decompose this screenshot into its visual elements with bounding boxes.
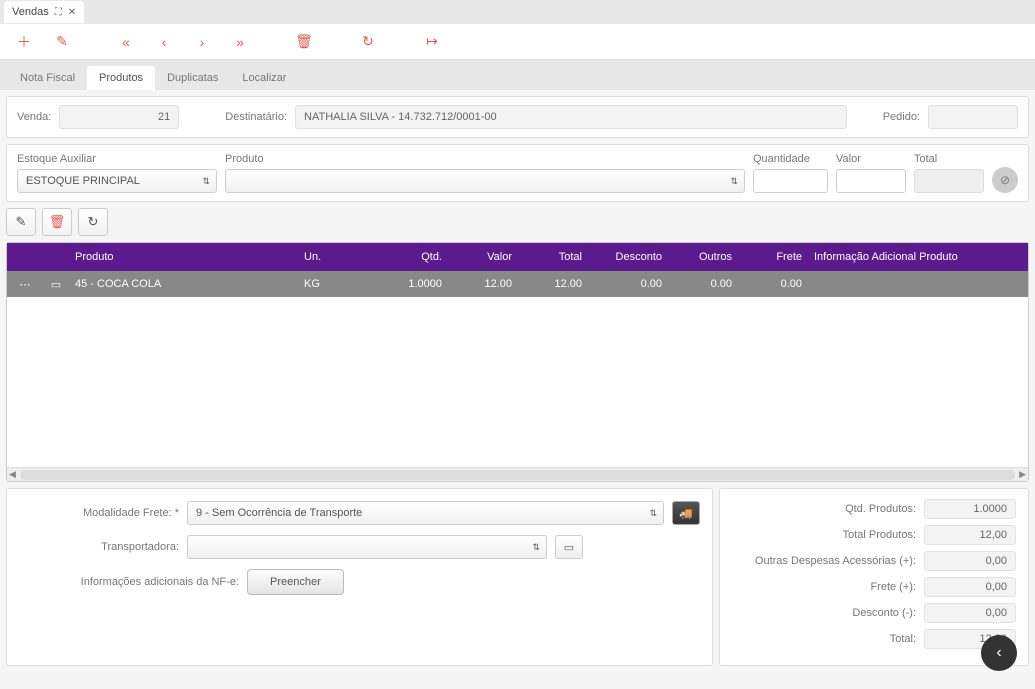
produto-select[interactable] bbox=[225, 169, 745, 193]
tab-localizar[interactable]: Localizar bbox=[230, 66, 298, 90]
destinatario-field: NATHALIA SILVA - 14.732.712/0001-00 bbox=[295, 105, 847, 129]
outras-despesas-label: Outras Despesas Acessórias (+): bbox=[732, 555, 924, 567]
modalidade-select[interactable]: 9 - Sem Ocorrência de Transporte bbox=[187, 501, 664, 525]
transportadora-label: Transportadora: bbox=[19, 541, 179, 553]
col-qtd[interactable]: Qtd. bbox=[368, 251, 448, 263]
window-tab[interactable]: Vendas ⛶ ✕ bbox=[4, 1, 84, 23]
info-nfe-label: Informações adicionais da NF-e: bbox=[19, 576, 239, 588]
tab-duplicatas[interactable]: Duplicatas bbox=[155, 66, 230, 90]
total-label: Total bbox=[914, 153, 984, 165]
cell-produto: 45 - COCA COLA bbox=[69, 278, 298, 290]
tab-nota-fiscal[interactable]: Nota Fiscal bbox=[8, 66, 87, 90]
row-drag-icon[interactable]: ⋯ bbox=[7, 278, 43, 291]
grid-body-empty bbox=[7, 297, 1028, 467]
pedido-field bbox=[928, 105, 1018, 129]
sub-tab-bar: Nota Fiscal Produtos Duplicatas Localiza… bbox=[0, 60, 1035, 90]
frete-label: Frete (+): bbox=[732, 581, 924, 593]
exit-button[interactable]: ↦ bbox=[422, 32, 442, 52]
total-field bbox=[914, 169, 984, 193]
grid-header: Produto Un. Qtd. Valor Total Desconto Ou… bbox=[7, 243, 1028, 271]
modalidade-label: Modalidade Frete: * bbox=[19, 507, 179, 519]
refresh-grid-button[interactable]: ↻ bbox=[78, 208, 108, 236]
frete-value: 0,00 bbox=[924, 577, 1016, 597]
col-outros[interactable]: Outros bbox=[668, 251, 738, 263]
destinatario-label: Destinatário: bbox=[225, 111, 287, 123]
prev-button[interactable]: ‹ bbox=[154, 32, 174, 52]
tab-title: Vendas bbox=[12, 6, 49, 18]
next-button[interactable]: › bbox=[192, 32, 212, 52]
col-desconto[interactable]: Desconto bbox=[588, 251, 668, 263]
estoque-select[interactable]: ESTOQUE PRINCIPAL bbox=[17, 169, 217, 193]
refresh-button[interactable]: ↻ bbox=[358, 32, 378, 52]
scroll-right-icon[interactable]: ▶ bbox=[1019, 469, 1026, 480]
main-toolbar: ＋ ✎ « ‹ › » 🗑 ↻ ↦ bbox=[0, 24, 1035, 60]
last-button[interactable]: » bbox=[230, 32, 250, 52]
total-produtos-value: 12,00 bbox=[924, 525, 1016, 545]
preencher-button[interactable]: Preencher bbox=[247, 569, 344, 595]
transportadora-lookup-button[interactable]: ▭ bbox=[555, 535, 583, 559]
col-valor[interactable]: Valor bbox=[448, 251, 518, 263]
cell-qtd: 1.0000 bbox=[368, 278, 448, 290]
cell-un: KG bbox=[298, 278, 368, 290]
products-grid: Produto Un. Qtd. Valor Total Desconto Ou… bbox=[6, 242, 1029, 482]
cell-valor: 12.00 bbox=[448, 278, 518, 290]
expand-icon[interactable]: ⛶ bbox=[55, 7, 62, 18]
scroll-track[interactable] bbox=[20, 470, 1015, 480]
confirm-entry-button[interactable]: ⊘ bbox=[992, 167, 1018, 193]
summary-panel: Qtd. Produtos: 1.0000 Total Produtos: 12… bbox=[719, 488, 1029, 666]
tab-produtos[interactable]: Produtos bbox=[87, 66, 155, 90]
desconto-label: Desconto (-): bbox=[732, 607, 924, 619]
cell-frete: 0.00 bbox=[738, 278, 808, 290]
qtd-produtos-label: Qtd. Produtos: bbox=[732, 503, 924, 515]
outras-despesas-value: 0,00 bbox=[924, 551, 1016, 571]
quantidade-label: Quantidade bbox=[753, 153, 828, 165]
col-info[interactable]: Informação Adicional Produto bbox=[808, 251, 1028, 263]
delete-button[interactable]: 🗑 bbox=[294, 32, 314, 52]
col-frete[interactable]: Frete bbox=[738, 251, 808, 263]
col-total[interactable]: Total bbox=[518, 251, 588, 263]
delete-row-button[interactable]: 🗑 bbox=[42, 208, 72, 236]
col-un[interactable]: Un. bbox=[298, 251, 368, 263]
sale-header-panel: Venda: 21 Destinatário: NATHALIA SILVA -… bbox=[6, 96, 1029, 138]
first-button[interactable]: « bbox=[116, 32, 136, 52]
product-entry-panel: Estoque Auxiliar ESTOQUE PRINCIPAL Produ… bbox=[6, 144, 1029, 202]
row-item-icon: ▭ bbox=[43, 278, 69, 291]
truck-icon-button[interactable]: 🚚 bbox=[672, 501, 700, 525]
col-produto[interactable]: Produto bbox=[69, 251, 298, 263]
qtd-produtos-value: 1.0000 bbox=[924, 499, 1016, 519]
total-produtos-label: Total Produtos: bbox=[732, 529, 924, 541]
horizontal-scrollbar[interactable]: ◀ ▶ bbox=[7, 467, 1028, 481]
cell-outros: 0.00 bbox=[668, 278, 738, 290]
transportadora-select[interactable] bbox=[187, 535, 547, 559]
grid-actions: ✎ 🗑 ↻ bbox=[6, 208, 1029, 236]
cell-total: 12.00 bbox=[518, 278, 588, 290]
desconto-value: 0,00 bbox=[924, 603, 1016, 623]
cell-desconto: 0.00 bbox=[588, 278, 668, 290]
edit-row-button[interactable]: ✎ bbox=[6, 208, 36, 236]
sum-total-label: Total: bbox=[732, 633, 924, 645]
edit-button[interactable]: ✎ bbox=[52, 32, 72, 52]
estoque-label: Estoque Auxiliar bbox=[17, 153, 217, 165]
add-button[interactable]: ＋ bbox=[14, 32, 34, 52]
valor-input[interactable] bbox=[836, 169, 906, 193]
close-icon[interactable]: ✕ bbox=[68, 7, 76, 18]
scroll-left-icon[interactable]: ◀ bbox=[9, 469, 16, 480]
freight-panel: Modalidade Frete: * 9 - Sem Ocorrência d… bbox=[6, 488, 713, 666]
table-row[interactable]: ⋯ ▭ 45 - COCA COLA KG 1.0000 12.00 12.00… bbox=[7, 271, 1028, 297]
window-tab-bar: Vendas ⛶ ✕ bbox=[0, 0, 1035, 24]
venda-label: Venda: bbox=[17, 111, 51, 123]
quantidade-input[interactable] bbox=[753, 169, 828, 193]
chevron-left-fab[interactable]: ‹ bbox=[981, 635, 1017, 671]
produto-label: Produto bbox=[225, 153, 745, 165]
valor-label: Valor bbox=[836, 153, 906, 165]
pedido-label: Pedido: bbox=[883, 111, 920, 123]
venda-field: 21 bbox=[59, 105, 179, 129]
